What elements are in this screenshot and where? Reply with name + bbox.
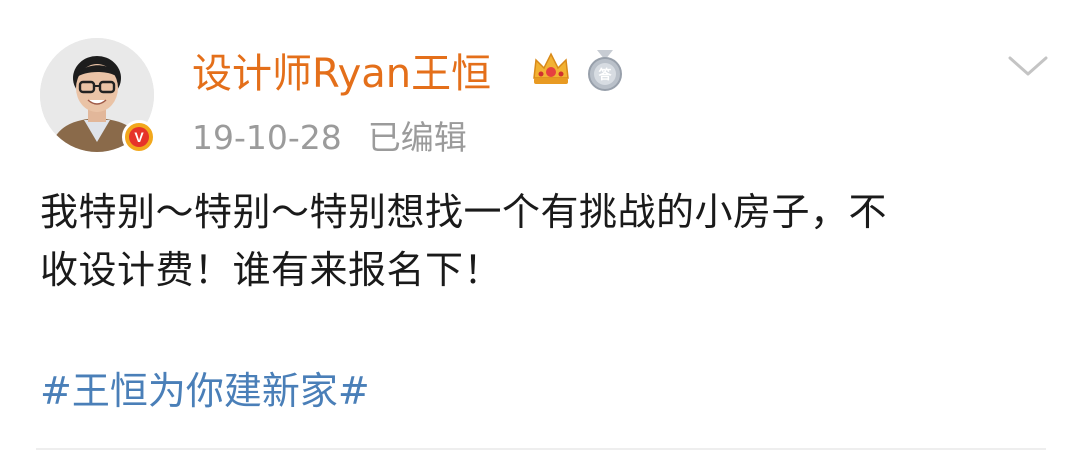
- post-body-line-1: 我特别～特别～特别想找一个有挑战的小房子，不: [40, 190, 888, 234]
- post-body: 我特别～特别～特别想找一个有挑战的小房子，不 收设计费！谁有来报名下！: [40, 183, 1050, 299]
- divider: [36, 448, 1046, 450]
- verified-v-badge-icon: V: [122, 120, 156, 154]
- post-meta: 19-10-28 已编辑: [192, 112, 467, 164]
- edited-label: 已编辑: [367, 118, 467, 157]
- verified-v-letter: V: [129, 127, 149, 147]
- crown-icon[interactable]: [530, 48, 572, 90]
- medal-char: 答: [598, 67, 612, 83]
- post-timestamp[interactable]: 19-10-28: [192, 118, 342, 157]
- answer-medal-icon[interactable]: 答: [585, 48, 625, 92]
- weibo-post-card: V 设计师Ryan王恒 答 19-10-28 已编辑 我特别～特别～特别想找一个有…: [0, 0, 1080, 459]
- username-link[interactable]: 设计师Ryan王恒: [192, 44, 491, 104]
- hashtag-link[interactable]: #王恒为你建新家#: [40, 362, 370, 420]
- avatar-container[interactable]: V: [40, 38, 156, 154]
- post-body-line-2: 收设计费！谁有来报名下！: [40, 248, 503, 292]
- chevron-down-icon[interactable]: [1004, 50, 1052, 82]
